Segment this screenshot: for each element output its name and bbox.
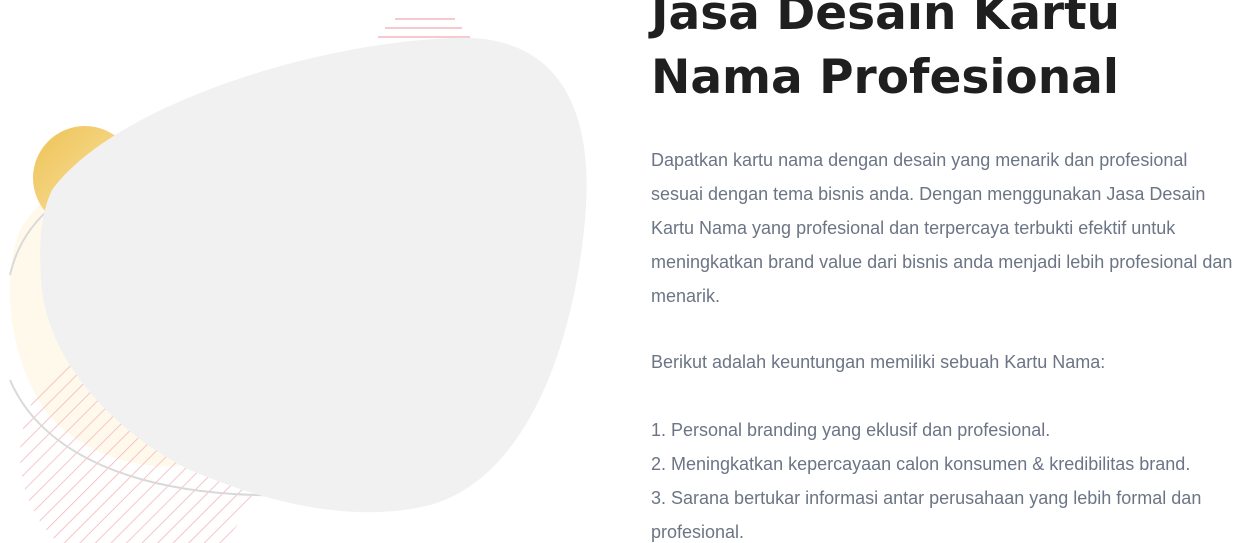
intro-paragraph: Dapatkan kartu nama dengan desain yang m… [651,150,1233,306]
decorative-illustration [9,18,587,543]
hero-section: Jasa Desain Kartu Nama Profesional Dapat… [0,0,1241,543]
benefit-item: 1. Personal branding yang eklusif dan pr… [651,420,1051,440]
benefit-list: 1. Personal branding yang eklusif dan pr… [651,413,1241,543]
pink-lines-decoration [378,18,470,38]
benefits-lead-text: Berikut adalah keuntungan memiliki sebua… [651,352,1106,372]
benefit-item: 2. Meningkatkan kepercayaan calon konsum… [651,454,1191,474]
page-title: Jasa Desain Kartu Nama Profesional [651,0,1121,105]
benefit-item: 3. Sarana bertukar informasi antar perus… [651,488,1202,542]
